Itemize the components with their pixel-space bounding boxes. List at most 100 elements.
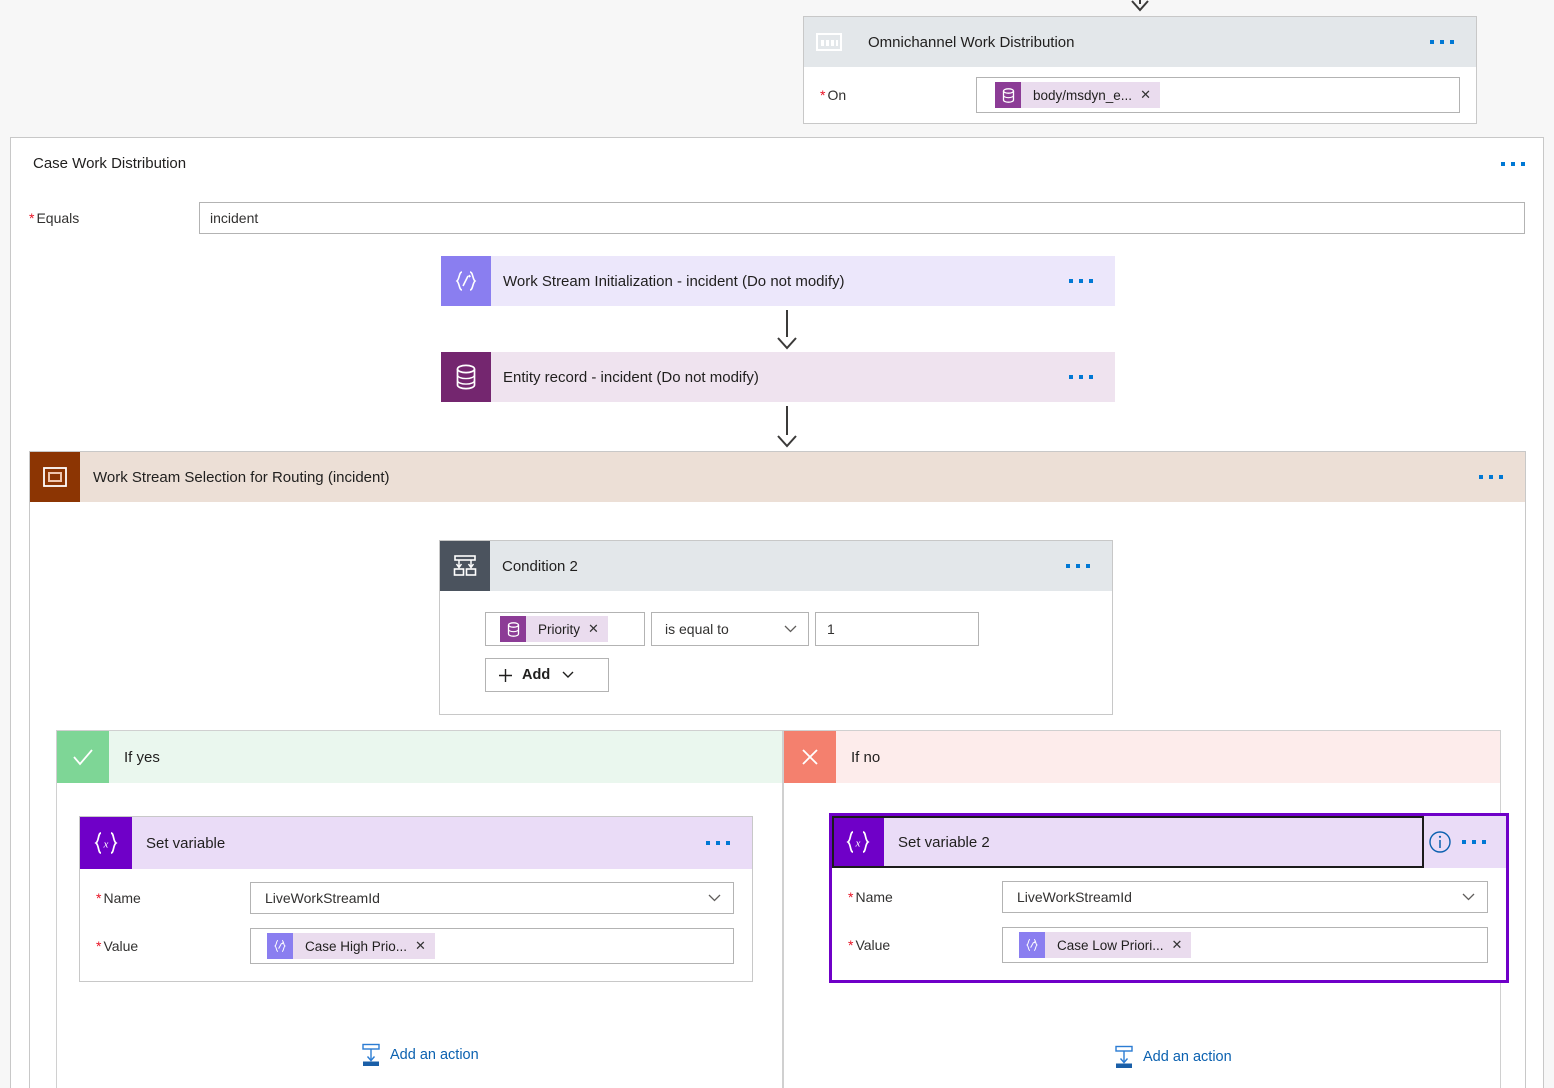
add-action-icon (1114, 1045, 1134, 1069)
set-variable-2-body: * Name LiveWorkStreamId * Value Case Low… (832, 868, 1506, 980)
required-asterisk: * (848, 937, 854, 953)
add-condition-button[interactable]: Add (485, 658, 609, 692)
svg-text:x: x (103, 839, 109, 851)
set-variable-2-name-select[interactable]: LiveWorkStreamId (1002, 881, 1488, 913)
scope-header[interactable]: Work Stream Selection for Routing (incid… (30, 452, 1525, 502)
work-stream-init-header[interactable]: Work Stream Initialization - incident (D… (441, 256, 1115, 306)
branch-if-yes-label: If yes (124, 748, 160, 766)
condition-operator-value: is equal to (665, 621, 729, 637)
equals-input[interactable]: incident (199, 202, 1525, 234)
scope-more-options-button[interactable] (1457, 452, 1525, 502)
condition-title: Condition 2 (502, 557, 578, 575)
condition-value-input[interactable]: 1 (815, 612, 979, 646)
database-icon (441, 352, 491, 402)
branch-if-yes: If yes x Set variable * Name LiveWorkStr… (56, 730, 783, 1088)
entity-record-more-options-button[interactable] (1047, 352, 1115, 402)
scope-icon (30, 452, 80, 502)
check-icon (57, 731, 109, 783)
plus-icon (498, 668, 513, 683)
branch-if-yes-header: If yes (57, 731, 782, 783)
trigger-card-header[interactable]: Omnichannel Work Distribution (804, 17, 1476, 67)
chevron-down-icon (562, 671, 575, 679)
chevron-down-icon (1462, 893, 1475, 901)
set-variable-2-name-value: LiveWorkStreamId (1017, 889, 1132, 905)
equals-field-row: * Equals incident (29, 202, 1525, 234)
condition-header[interactable]: Condition 2 (440, 541, 1112, 591)
dynamic-content-token[interactable]: body/msdyn_e... ✕ (995, 82, 1160, 108)
action-card-work-stream-initialization[interactable]: Work Stream Initialization - incident (D… (441, 256, 1115, 306)
close-icon[interactable]: ✕ (586, 621, 608, 637)
set-variable-2-value-input[interactable]: Case Low Priori... ✕ (1002, 927, 1488, 963)
required-asterisk: * (29, 210, 35, 226)
variable-icon: x (832, 816, 884, 868)
condition-operand-input[interactable]: Priority ✕ (485, 612, 645, 646)
set-variable-2-title: Set variable 2 (898, 833, 990, 851)
cross-icon (784, 731, 836, 783)
expression-icon (267, 933, 293, 959)
set-variable-2-header-focus-region[interactable]: x Set variable 2 (832, 816, 1424, 868)
connector-arrow-1 (776, 310, 798, 350)
trigger-on-input[interactable]: body/msdyn_e... ✕ (976, 77, 1460, 113)
add-an-action-label: Add an action (1143, 1049, 1232, 1065)
set-variable-2-more-options-button[interactable] (1462, 817, 1506, 867)
condition-operator-select[interactable]: is equal to (651, 612, 809, 646)
set-variable-value-input[interactable]: Case High Prio... ✕ (250, 928, 734, 964)
close-icon[interactable]: ✕ (1138, 87, 1160, 103)
connector-arrow-2 (776, 406, 798, 448)
set-variable-more-options-button[interactable] (684, 818, 752, 868)
scope-work-stream-selection: Work Stream Selection for Routing (incid… (29, 451, 1526, 1088)
action-card-set-variable-2[interactable]: x Set variable 2 * Name LiveWorkStreamId… (829, 813, 1509, 983)
add-button-label: Add (522, 667, 551, 683)
entity-record-header[interactable]: Entity record - incident (Do not modify) (441, 352, 1115, 402)
chevron-down-icon (784, 625, 797, 633)
set-variable-name-value: LiveWorkStreamId (265, 890, 380, 906)
connector-arrow-into-trigger (1128, 0, 1152, 14)
trigger-more-options-button[interactable] (1408, 17, 1476, 67)
token-label: Priority (538, 621, 581, 637)
token-label: body/msdyn_e... (1033, 87, 1133, 103)
token-label: Case Low Priori... (1057, 937, 1164, 953)
set-variable-body: * Name LiveWorkStreamId * Value Case Hig… (80, 869, 752, 981)
required-asterisk: * (820, 87, 826, 103)
condition-row: Priority ✕ is equal to 1 (485, 612, 1112, 646)
set-variable-2-header[interactable]: x Set variable 2 (832, 816, 1506, 868)
dynamic-content-token[interactable]: Case Low Priori... ✕ (1019, 932, 1192, 958)
condition-body: Priority ✕ is equal to 1 Add (440, 591, 1112, 714)
trigger-on-label: * On (820, 87, 847, 103)
expression-icon (441, 256, 491, 306)
expression-icon (1019, 932, 1045, 958)
condition-more-options-button[interactable] (1044, 541, 1112, 591)
set-variable-2-value-row: * Value Case Low Priori... ✕ (832, 924, 1506, 966)
branch-if-no-header: If no (784, 731, 1500, 783)
close-icon[interactable]: ✕ (413, 938, 435, 954)
database-icon (995, 82, 1021, 108)
panel-more-options-button[interactable] (1501, 154, 1525, 174)
action-card-set-variable[interactable]: x Set variable * Name LiveWorkStreamId *… (79, 816, 753, 982)
set-variable-name-row: * Name LiveWorkStreamId (80, 877, 752, 919)
set-variable-value-row: * Value Case High Prio... ✕ (80, 925, 752, 967)
info-icon[interactable] (1428, 830, 1452, 854)
condition-card[interactable]: Condition 2 Priority ✕ is equal to 1 Add (439, 540, 1113, 715)
set-variable-value-label: * Value (96, 938, 139, 954)
add-action-icon (361, 1043, 381, 1067)
add-an-action-link-yes[interactable]: Add an action (361, 1043, 479, 1067)
branch-if-no-label: If no (851, 748, 881, 766)
required-asterisk: * (96, 938, 102, 954)
flow-designer-canvas: Omnichannel Work Distribution * On body/m… (0, 0, 1554, 1088)
work-stream-init-more-options-button[interactable] (1047, 256, 1115, 306)
action-card-entity-record[interactable]: Entity record - incident (Do not modify) (441, 352, 1115, 402)
work-stream-init-title: Work Stream Initialization - incident (D… (503, 272, 845, 290)
keyboard-icon (804, 17, 854, 67)
close-icon[interactable]: ✕ (1170, 937, 1192, 953)
set-variable-name-select[interactable]: LiveWorkStreamId (250, 882, 734, 914)
condition-operand-token[interactable]: Priority ✕ (500, 616, 608, 642)
trigger-card-omnichannel-work-distribution[interactable]: Omnichannel Work Distribution * On body/m… (803, 16, 1477, 124)
required-asterisk: * (96, 890, 102, 906)
dynamic-content-token[interactable]: Case High Prio... ✕ (267, 933, 435, 959)
condition-icon (440, 541, 490, 591)
chevron-down-icon (708, 894, 721, 902)
entity-record-title: Entity record - incident (Do not modify) (503, 368, 759, 386)
set-variable-header[interactable]: x Set variable (80, 817, 752, 869)
add-an-action-link-no[interactable]: Add an action (1114, 1045, 1232, 1069)
trigger-on-field-row: * On body/msdyn_e... ✕ (804, 67, 1476, 123)
